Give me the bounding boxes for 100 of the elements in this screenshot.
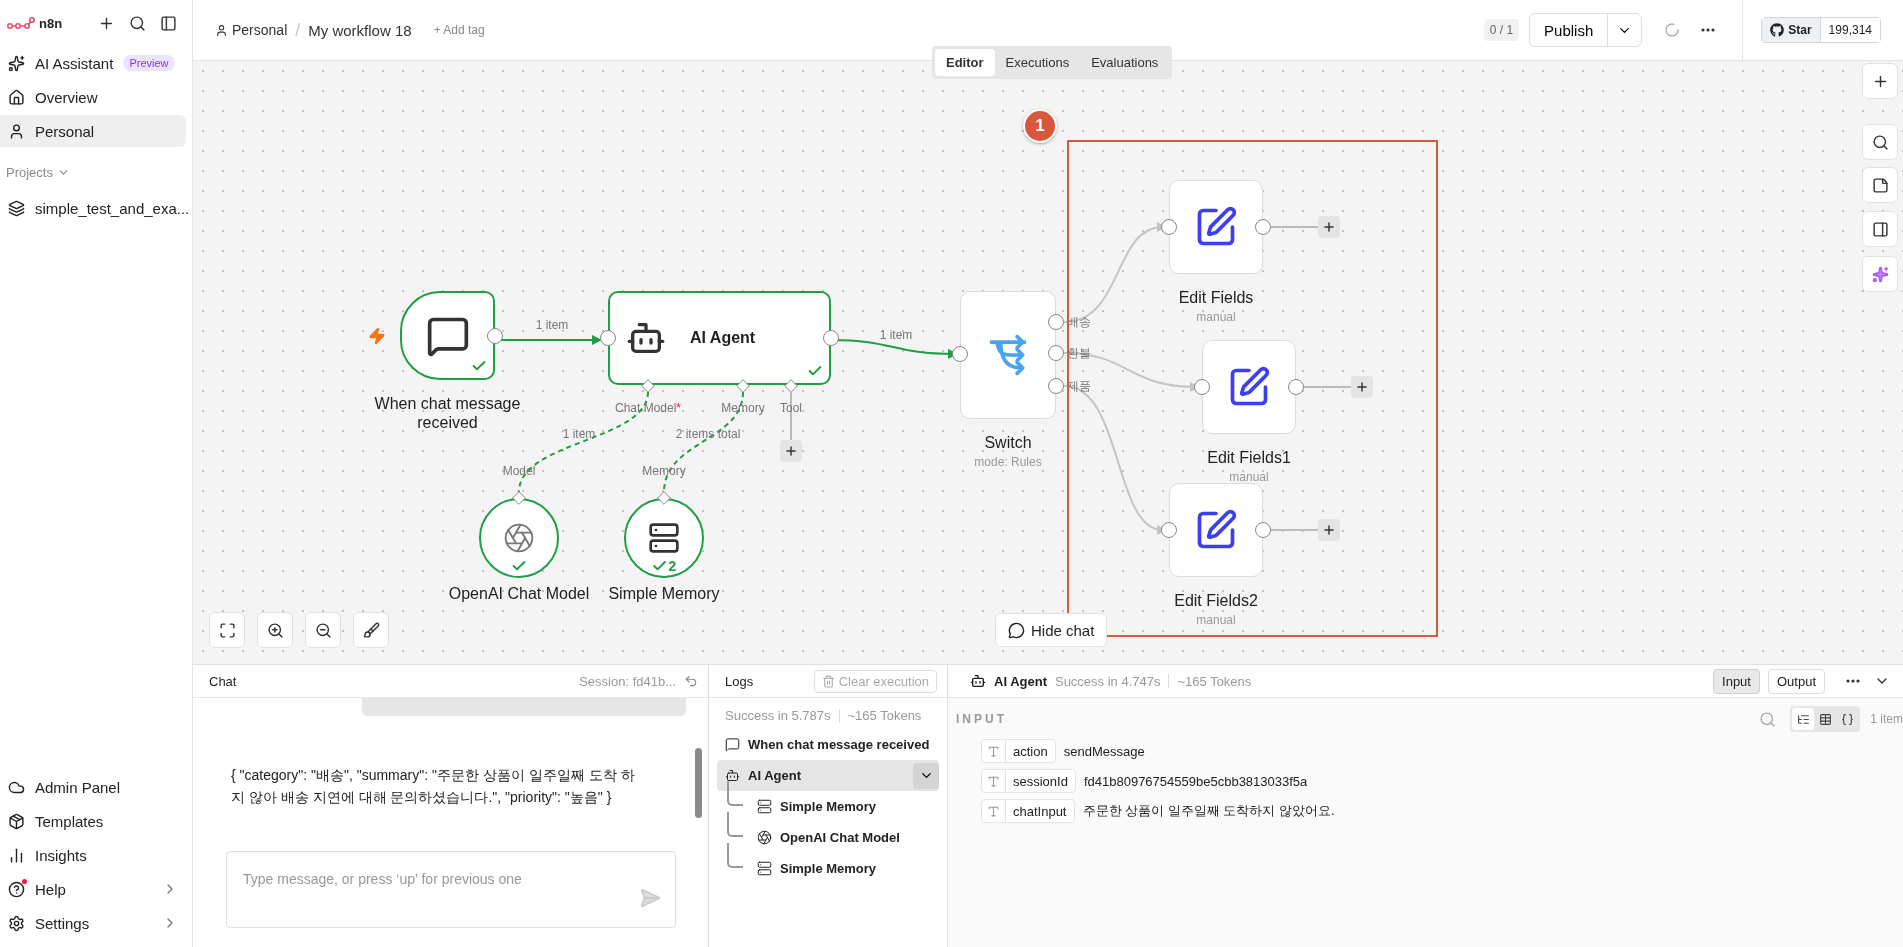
- execution-status: Success in 4.747s: [1054, 673, 1161, 689]
- add-node-button[interactable]: [1351, 376, 1373, 398]
- project-link[interactable]: Personal: [215, 22, 288, 38]
- input-port[interactable]: [641, 379, 655, 393]
- field-key[interactable]: action: [981, 739, 1056, 763]
- plus-icon: [98, 15, 115, 32]
- sidebar-item[interactable]: Overview: [0, 81, 186, 113]
- input-handle[interactable]: [1161, 219, 1177, 235]
- ai-button[interactable]: [1862, 256, 1898, 292]
- node-subtitle: mode: Rules: [974, 455, 1042, 469]
- sidebar-item[interactable]: Personal: [0, 115, 186, 147]
- output-handle[interactable]: [1288, 379, 1304, 395]
- add-tool-button[interactable]: [780, 440, 802, 462]
- zoom-in-button[interactable]: [257, 612, 293, 648]
- output-handle[interactable]: [1048, 378, 1064, 394]
- output-handle[interactable]: [823, 330, 839, 346]
- input-port[interactable]: [784, 379, 798, 393]
- search-icon: [129, 15, 146, 32]
- field-key[interactable]: chatInput: [981, 799, 1075, 823]
- port-label: Model: [502, 464, 536, 478]
- logo-text: n8n: [39, 16, 63, 31]
- tree-icon: [1796, 712, 1810, 726]
- workflow-name[interactable]: My workflow 18: [308, 21, 412, 39]
- node-icon: [757, 799, 772, 814]
- field-value: 주문한 상품이 일주일째 도착하지 않았어요.: [1082, 802, 1335, 820]
- mode-toggle[interactable]: Output: [1767, 668, 1825, 694]
- add-node-button[interactable]: [1318, 519, 1340, 541]
- zoom-in-icon: [266, 621, 284, 639]
- view-button[interactable]: [1792, 708, 1815, 730]
- input-handle[interactable]: [1161, 522, 1177, 538]
- panel-button[interactable]: [1862, 211, 1898, 247]
- fit-view-button[interactable]: [209, 612, 245, 648]
- node-subtitle: manual: [1196, 613, 1236, 627]
- item-label: Insights: [35, 846, 87, 864]
- mode-toggle[interactable]: Input: [1713, 668, 1760, 694]
- sidebar-item[interactable]: Templates: [0, 805, 186, 837]
- sticky-note-button[interactable]: [1862, 167, 1898, 203]
- expand-button[interactable]: [913, 762, 939, 789]
- workflow-node[interactable]: AI Agent: [608, 291, 831, 385]
- output-handle[interactable]: [1255, 522, 1271, 538]
- robot-icon: [970, 673, 986, 689]
- preview-badge: Preview: [123, 55, 175, 71]
- output-handle[interactable]: [1048, 345, 1064, 361]
- item-label: Overview: [35, 88, 98, 106]
- sidebar-item[interactable]: AI Assistant Preview: [0, 47, 186, 79]
- log-item[interactable]: AI Agent: [717, 760, 939, 791]
- field-key[interactable]: sessionId: [981, 769, 1076, 793]
- add-node-button[interactable]: [1318, 216, 1340, 238]
- zoom-out-icon: [314, 621, 332, 639]
- search-button[interactable]: [1862, 124, 1898, 160]
- node-title: Edit Fields2: [1174, 591, 1258, 611]
- text-type-icon: [987, 804, 1000, 818]
- output-port[interactable]: [657, 491, 671, 505]
- port-label: Memory: [721, 401, 765, 415]
- user-icon: [8, 122, 25, 140]
- node-title: Edit Fields: [1178, 288, 1254, 308]
- view-tab[interactable]: Editor: [935, 49, 995, 76]
- zoom-out-button[interactable]: [305, 612, 341, 648]
- workflow-node[interactable]: [400, 291, 495, 380]
- log-item[interactable]: Simple Memory: [749, 791, 939, 822]
- output-handle[interactable]: [1048, 314, 1064, 330]
- node-title: When chat message received: [373, 394, 522, 433]
- sidebar-item[interactable]: Help: [0, 873, 186, 905]
- view-tab[interactable]: Evaluations: [1080, 49, 1170, 76]
- run-count: 2: [668, 558, 677, 574]
- edge-label: 1 item: [562, 427, 596, 441]
- input-handle[interactable]: [1194, 379, 1210, 395]
- port-label: Memory: [642, 464, 686, 478]
- log-item[interactable]: When chat message received: [717, 729, 939, 760]
- item-label: Templates: [35, 812, 104, 830]
- sidebar-item[interactable]: Insights: [0, 839, 186, 871]
- port-label: 환불: [1067, 344, 1091, 362]
- trash-icon: [821, 674, 835, 688]
- hide-chat-button[interactable]: Hide chat: [995, 613, 1108, 647]
- sparkle-icon: [1871, 265, 1889, 283]
- output-handle[interactable]: [1255, 219, 1271, 235]
- github-star-button[interactable]: Star: [1762, 18, 1821, 42]
- item-label: OpenAI Chat Model: [780, 830, 900, 845]
- log-item[interactable]: Simple Memory: [749, 853, 939, 884]
- node-icon: [757, 830, 772, 845]
- view-tab[interactable]: Executions: [994, 49, 1081, 76]
- aperture-icon: [503, 522, 535, 554]
- chat-icon: [1008, 621, 1025, 639]
- undo-icon[interactable]: [684, 674, 698, 688]
- message-input[interactable]: Type message, or press ‘up’ for previous one: [241, 870, 639, 888]
- tidy-button[interactable]: [353, 612, 389, 648]
- add-tag-link[interactable]: + Add tag: [433, 23, 485, 37]
- search-icon[interactable]: [1759, 710, 1777, 728]
- log-item[interactable]: OpenAI Chat Model: [749, 822, 939, 853]
- input-handle[interactable]: [952, 346, 968, 362]
- item-label: AI Agent: [748, 768, 801, 783]
- output-port[interactable]: [512, 491, 526, 505]
- input-port[interactable]: [736, 379, 750, 393]
- sparkles-icon: [8, 54, 25, 72]
- sidebar-item[interactable]: Admin Panel: [0, 771, 186, 803]
- input-handle[interactable]: [600, 330, 616, 346]
- edge-label: 1 item: [879, 328, 913, 342]
- item-label: Simple Memory: [780, 861, 877, 876]
- add-node-button[interactable]: [1862, 63, 1898, 99]
- sidebar-item[interactable]: Settings: [0, 907, 186, 939]
